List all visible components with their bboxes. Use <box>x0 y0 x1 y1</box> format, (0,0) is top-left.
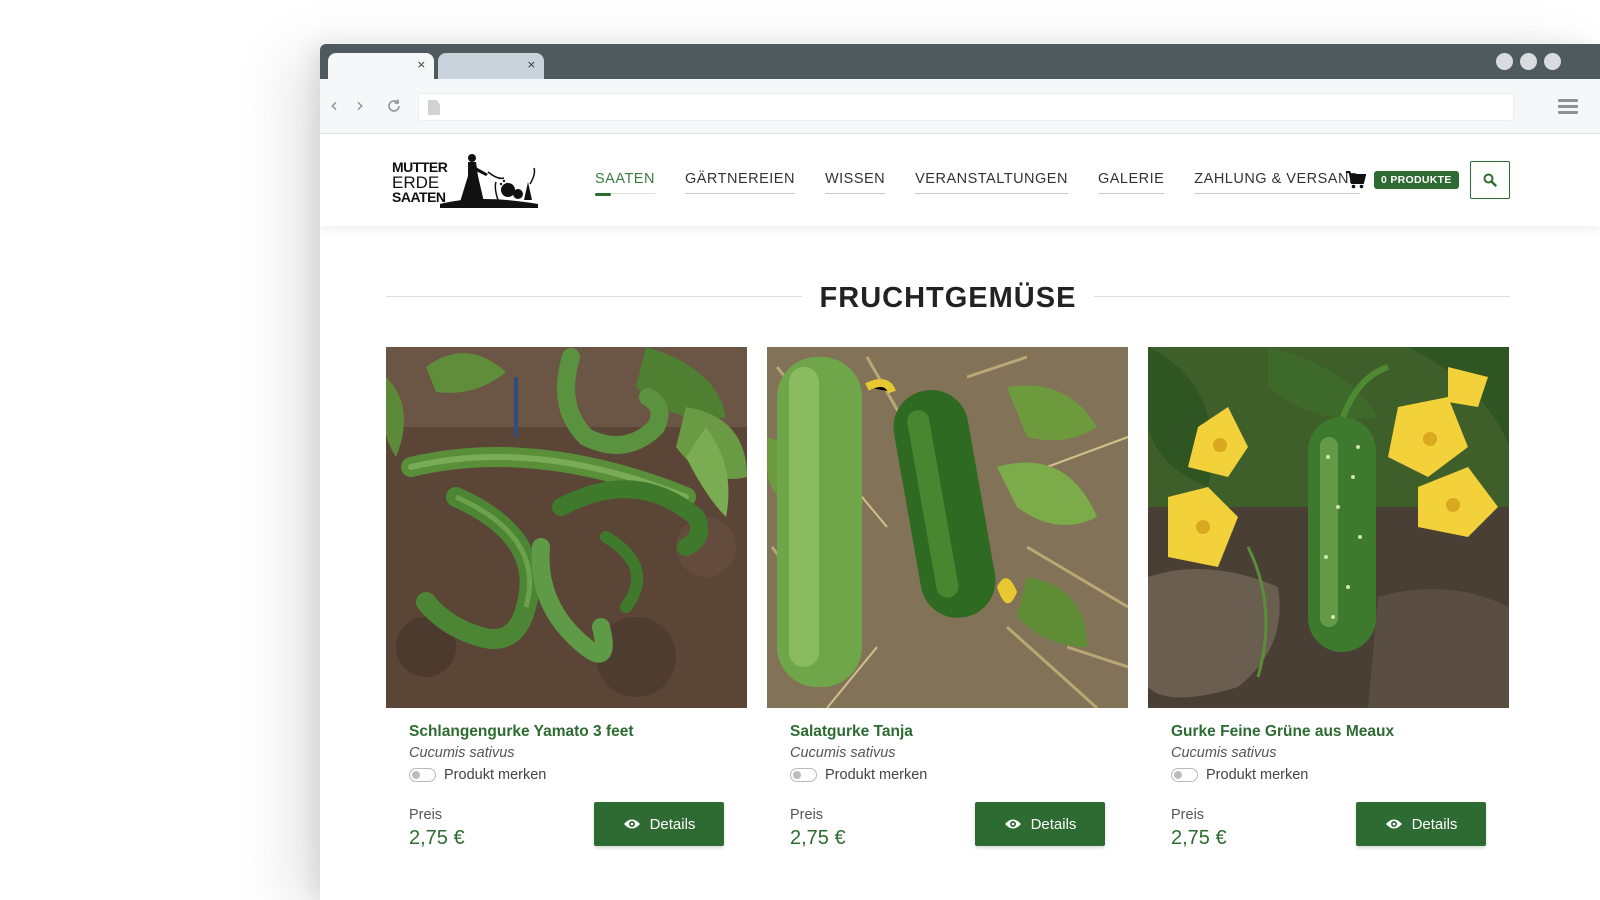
address-bar: ‹ › <box>320 79 1600 134</box>
product-card: Schlangengurke Yamato 3 feet Cucumis sat… <box>386 347 747 868</box>
product-title[interactable]: Salatgurke Tanja <box>790 723 1105 741</box>
product-title[interactable]: Gurke Feine Grüne aus Meaux <box>1171 723 1486 741</box>
price-label: Preis <box>790 807 824 823</box>
product-card: Gurke Feine Grüne aus Meaux Cucumis sati… <box>1148 347 1509 868</box>
details-button[interactable]: Details <box>975 802 1105 846</box>
remember-product-label: Produkt merken <box>825 767 928 783</box>
nav-item-saaten[interactable]: SAATEN <box>595 171 655 196</box>
window-control-minimize[interactable] <box>1496 53 1513 70</box>
product-price: 2,75 € <box>1171 827 1227 849</box>
eye-icon <box>623 819 640 829</box>
section-heading: FRUCHTGEMÜSE <box>386 282 1510 314</box>
nav-item-galerie[interactable]: GALERIE <box>1097 171 1165 194</box>
back-icon[interactable]: ‹ <box>330 93 338 117</box>
toggle-switch[interactable] <box>1171 768 1198 782</box>
product-price: 2,75 € <box>790 827 846 849</box>
product-image[interactable] <box>1148 347 1509 708</box>
forward-icon[interactable]: › <box>356 93 364 117</box>
details-button[interactable]: Details <box>594 802 724 846</box>
remember-product-label: Produkt merken <box>1206 767 1309 783</box>
section-title: FRUCHTGEMÜSE <box>801 282 1095 314</box>
remember-product-label: Produkt merken <box>444 767 547 783</box>
eye-icon <box>1004 819 1021 829</box>
product-price: 2,75 € <box>409 827 465 849</box>
url-field[interactable] <box>418 93 1514 121</box>
browser-tab-active[interactable]: × <box>328 53 434 79</box>
cart-button[interactable]: 0 PRODUKTE <box>1346 171 1459 189</box>
nav-item-wissen[interactable]: WISSEN <box>824 171 886 194</box>
search-button[interactable] <box>1470 161 1510 199</box>
window-control-maximize[interactable] <box>1520 53 1537 70</box>
browser-tab[interactable]: × <box>438 53 544 79</box>
details-button[interactable]: Details <box>1356 802 1486 846</box>
toggle-switch[interactable] <box>790 768 817 782</box>
details-button-label: Details <box>649 815 696 833</box>
search-icon <box>1483 173 1497 187</box>
tab-close-icon[interactable]: × <box>417 58 426 71</box>
product-title[interactable]: Schlangengurke Yamato 3 feet <box>409 723 724 741</box>
product-card: Salatgurke Tanja Cucumis sativus Produkt… <box>767 347 1128 868</box>
product-latin-name: Cucumis sativus <box>790 745 896 761</box>
cart-icon <box>1346 171 1366 189</box>
toggle-switch[interactable] <box>409 768 436 782</box>
remember-product-toggle[interactable]: Produkt merken <box>790 767 1105 783</box>
tab-bar: × × <box>320 44 1600 79</box>
nav-item-zahlung-versand[interactable]: ZAHLUNG & VERSAND <box>1194 171 1360 194</box>
details-button-label: Details <box>1030 815 1077 833</box>
remember-product-toggle[interactable]: Produkt merken <box>1171 767 1486 783</box>
nav-item-veranstaltungen[interactable]: VERANSTALTUNGEN <box>915 171 1068 194</box>
price-label: Preis <box>409 807 443 823</box>
main-navigation: SAATEN GÄRTNEREIEN WISSEN VERANSTALTUNGE… <box>595 171 1390 196</box>
product-image[interactable] <box>767 347 1128 708</box>
window-control-close[interactable] <box>1544 53 1561 70</box>
browser-menu-icon[interactable] <box>1558 99 1578 115</box>
site-header: MUTTER ERDE SAATEN SAATEN GÄRTNEREIEN WI… <box>320 134 1600 226</box>
product-image[interactable] <box>386 347 747 708</box>
browser-window: × × ‹ › MUTTER ERDE SAATEN SAATEN GÄRTNE… <box>320 44 1600 900</box>
remember-product-toggle[interactable]: Produkt merken <box>409 767 724 783</box>
price-label: Preis <box>1171 807 1205 823</box>
eye-icon <box>1385 819 1402 829</box>
cart-count-badge: 0 PRODUKTE <box>1374 171 1459 189</box>
product-latin-name: Cucumis sativus <box>1171 745 1277 761</box>
reload-icon[interactable] <box>386 98 402 114</box>
details-button-label: Details <box>1411 815 1458 833</box>
nav-item-gaertnereien[interactable]: GÄRTNEREIEN <box>684 171 795 194</box>
logo-gardener-icon <box>440 154 538 208</box>
page-icon <box>428 100 440 115</box>
product-latin-name: Cucumis sativus <box>409 745 515 761</box>
site-logo[interactable]: MUTTER ERDE SAATEN <box>392 154 542 210</box>
tab-close-icon[interactable]: × <box>527 58 536 71</box>
